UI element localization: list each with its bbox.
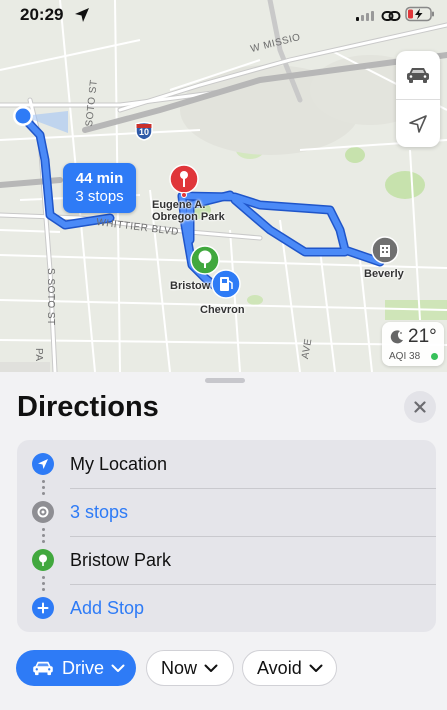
park-pin-icon[interactable]	[169, 164, 199, 203]
cellular-signal-icon	[356, 11, 374, 21]
route-row-destination[interactable]: Bristow Park	[17, 536, 436, 584]
battery-low-charging-icon	[405, 6, 434, 22]
street-label-s-soto-st: S SOTO ST	[45, 268, 56, 326]
aqi-status-dot	[431, 353, 438, 360]
page-title: Directions	[17, 391, 159, 423]
chevron-down-icon	[111, 664, 125, 672]
current-location-icon[interactable]	[10, 103, 70, 144]
map-mode-car-button[interactable]	[396, 51, 440, 98]
avoid-label: Avoid	[257, 657, 302, 678]
chevron-label: Chevron	[200, 304, 245, 316]
car-icon	[407, 67, 429, 83]
sheet-grabber[interactable]	[205, 378, 245, 383]
map-view[interactable]: W MISSIO SOTO ST WHITTIER BLVD S SOTO ST…	[0, 0, 447, 372]
status-bar: 20:29	[0, 0, 447, 30]
weather-widget[interactable]: 21° AQI 38	[382, 322, 444, 366]
now-label: Now	[161, 657, 198, 678]
route-row-label: 3 stops	[70, 502, 129, 522]
weather-temperature: 21°	[408, 326, 437, 347]
locate-me-button[interactable]	[396, 100, 440, 147]
plus-icon	[32, 597, 54, 619]
street-label-pa: PA	[33, 348, 44, 362]
tree-icon	[32, 549, 54, 571]
moon-icon	[390, 330, 403, 344]
park-name-label: Eugene A. Obregon Park	[152, 199, 225, 223]
chevron-pin-icon[interactable]	[211, 269, 241, 308]
route-duration: 44 min	[75, 170, 124, 187]
route-row-origin[interactable]: My Location	[17, 440, 436, 488]
route-row-label: Bristow Park	[70, 550, 172, 570]
chevron-down-icon	[204, 664, 218, 672]
close-icon	[414, 401, 426, 413]
personal-hotspot-icon	[381, 11, 401, 21]
stops-icon	[32, 501, 54, 523]
route-row-stops[interactable]: 3 stops	[17, 488, 436, 536]
car-icon	[33, 661, 53, 676]
add-stop-button[interactable]: Add Stop	[17, 584, 436, 632]
close-button[interactable]	[404, 391, 436, 423]
route-row-label: My Location	[70, 454, 168, 474]
drive-mode-button[interactable]: Drive	[16, 650, 136, 686]
bristow-label: Bristow	[170, 280, 211, 292]
route-stop-count: 3 stops	[75, 188, 124, 205]
drive-label: Drive	[62, 657, 105, 678]
map-controls	[396, 51, 440, 147]
depart-time-button[interactable]: Now	[146, 650, 234, 686]
route-row-label: Add Stop	[70, 598, 145, 618]
route-time-bubble[interactable]: 44 min 3 stops	[63, 163, 136, 213]
air-quality-index: AQI 38	[389, 351, 421, 362]
directions-sheet: Directions My Location 3 stops Bristow P…	[0, 372, 447, 710]
beverly-label: Beverly	[364, 268, 404, 280]
route-stops-card: My Location 3 stops Bristow Park Add Sto…	[17, 440, 436, 632]
park-name-line2: Obregon Park	[152, 211, 225, 223]
park-name-line1: Eugene A.	[152, 199, 206, 211]
beverly-pin-icon[interactable]	[371, 236, 399, 269]
interstate-10-number: 10	[138, 127, 149, 137]
location-services-icon	[75, 8, 89, 22]
avoid-options-button[interactable]: Avoid	[242, 650, 337, 686]
location-arrow-icon	[32, 453, 54, 475]
interstate-10-shield-icon: 10	[134, 121, 154, 141]
location-arrow-outline-icon	[409, 114, 427, 133]
chevron-down-icon	[309, 664, 323, 672]
status-time: 20:29	[20, 5, 64, 24]
